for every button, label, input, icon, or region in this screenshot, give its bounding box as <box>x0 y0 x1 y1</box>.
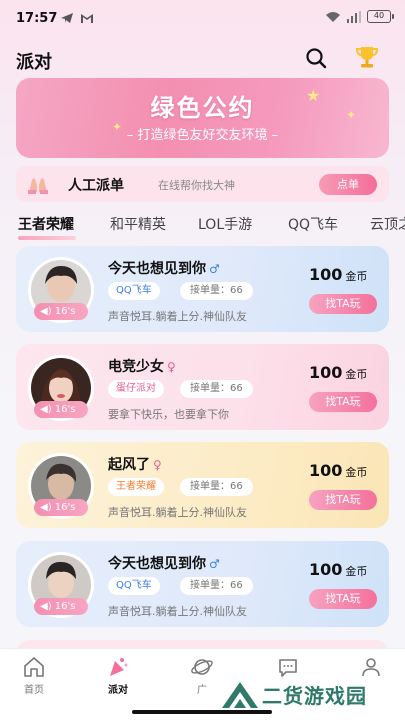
female-icon: ♀ <box>153 458 162 472</box>
status-bar: 17:57 40 <box>0 0 405 38</box>
telegram-icon <box>61 13 73 23</box>
speaker-icon: ◀) <box>40 306 52 317</box>
price-unit: 金币 <box>345 270 368 283</box>
speaker-icon: ◀) <box>40 601 52 612</box>
status-time: 17:57 <box>16 11 58 26</box>
price-unit: 金币 <box>345 368 368 381</box>
player-name: 今天也想见到你 ♂ <box>108 258 220 278</box>
notification-icons <box>60 12 94 24</box>
player-card[interactable]: ◀) 16's 电竞少女 ♀ 蛋仔派对 接单量：66 要拿下快乐，也要拿下你 10… <box>16 344 389 430</box>
planet-icon <box>191 659 213 675</box>
header: 派对 <box>0 40 405 76</box>
home-icon <box>24 657 44 677</box>
player-card[interactable]: ◀) 16's 今天也想见到你 ♂ QQ飞车 接单量：66 声音悦耳.躺着上分.神… <box>16 246 389 332</box>
nav-home[interactable]: 首页 <box>4 655 64 696</box>
player-description: 要拿下快乐，也要拿下你 <box>108 408 229 421</box>
find-play-button[interactable]: 找TA玩 <box>309 294 377 314</box>
nav-party[interactable]: 派对 <box>88 655 148 696</box>
game-tag: QQ飞车 <box>108 577 160 595</box>
game-tag: 蛋仔派对 <box>108 380 164 398</box>
watermark-text: 二货游戏园 <box>262 684 367 708</box>
tab-honor-of-kings[interactable]: 王者荣耀 <box>18 214 74 234</box>
tab-peace-elite[interactable]: 和平精英 <box>110 214 166 234</box>
order-button[interactable]: 点单 <box>319 174 377 195</box>
gmail-icon <box>81 14 93 23</box>
player-name: 起风了 ♀ <box>108 454 162 474</box>
male-icon: ♂ <box>209 557 220 571</box>
player-description: 声音悦耳.躺着上分.神仙队友 <box>108 605 247 618</box>
female-icon: ♀ <box>167 360 176 374</box>
voice-duration: 16's <box>54 502 76 513</box>
game-tag: QQ飞车 <box>108 282 160 300</box>
hands-icon <box>28 178 48 194</box>
trophy-icon[interactable] <box>353 43 381 71</box>
banner-title: 绿色公约 <box>150 94 255 122</box>
dispatch-title: 人工派单 <box>68 178 124 194</box>
player-name-text: 今天也想见到你 <box>108 556 206 572</box>
player-card[interactable]: ◀) 16's 起风了 ♀ 王者荣耀 接单量：66 声音悦耳.躺着上分.神仙队友 … <box>16 442 389 528</box>
wifi-icon <box>326 11 340 22</box>
signal-icon <box>347 10 361 23</box>
orders-tag: 接单量：66 <box>180 478 253 496</box>
voice-badge[interactable]: ◀) 16's <box>34 598 88 615</box>
player-description: 声音悦耳.躺着上分.神仙队友 <box>108 506 247 519</box>
orders-tag: 接单量：66 <box>180 577 253 595</box>
dispatch-subtitle: 在线帮你找大神 <box>158 179 235 192</box>
battery-indicator: 40 <box>367 10 394 23</box>
voice-badge[interactable]: ◀) 16's <box>34 401 88 418</box>
find-play-button[interactable]: 找TA玩 <box>309 589 377 609</box>
manual-dispatch-bar[interactable]: 人工派单 在线帮你找大神 点单 <box>16 166 389 202</box>
player-description: 声音悦耳.躺着上分.神仙队友 <box>108 310 247 323</box>
price-value: 100 <box>309 560 343 579</box>
price: 100 金币 <box>309 363 367 382</box>
player-name-text: 今天也想见到你 <box>108 261 206 277</box>
player-name: 电竞少女 ♀ <box>108 356 176 376</box>
player-name-text: 电竞少女 <box>108 359 164 375</box>
speaker-icon: ◀) <box>40 502 52 513</box>
tab-qq-speed[interactable]: QQ飞车 <box>288 214 338 234</box>
price: 100 金币 <box>309 560 367 579</box>
status-right: 40 <box>325 10 394 23</box>
find-play-button[interactable]: 找TA玩 <box>309 490 377 510</box>
player-name: 今天也想见到你 ♂ <box>108 553 220 573</box>
game-tag: 王者荣耀 <box>108 478 164 496</box>
voice-duration: 16's <box>54 404 76 415</box>
price-value: 100 <box>309 461 343 480</box>
price-unit: 金币 <box>345 565 368 578</box>
tab-lol-mobile[interactable]: LOL手游 <box>198 214 252 234</box>
orders-tag: 接单量：66 <box>180 380 253 398</box>
home-indicator[interactable] <box>132 710 272 714</box>
price-value: 100 <box>309 363 343 382</box>
orders-tag: 接单量：66 <box>180 282 253 300</box>
nav-home-label: 首页 <box>24 685 44 696</box>
player-name-text: 起风了 <box>108 457 150 473</box>
price: 100 金币 <box>309 461 367 480</box>
page-title: 派对 <box>16 52 52 73</box>
male-icon: ♂ <box>209 262 220 276</box>
player-card[interactable]: ◀) 16's 今天也想见到你 ♂ QQ飞车 接单量：66 声音悦耳.躺着上分.神… <box>16 541 389 627</box>
banner-subtitle: – 打造绿色友好交友环境 – <box>126 128 279 143</box>
price-value: 100 <box>309 265 343 284</box>
voice-badge[interactable]: ◀) 16's <box>34 303 88 320</box>
speaker-icon: ◀) <box>40 404 52 415</box>
voice-duration: 16's <box>54 306 76 317</box>
voice-duration: 16's <box>54 601 76 612</box>
price-unit: 金币 <box>345 466 368 479</box>
watermark-logo-icon <box>222 682 258 708</box>
party-icon <box>110 658 128 676</box>
tab-indicator <box>18 236 76 240</box>
nav-party-label: 派对 <box>108 685 128 696</box>
price: 100 金币 <box>309 265 367 284</box>
game-tabs: 王者荣耀 和平精英 LOL手游 QQ飞车 云顶之 <box>0 210 405 240</box>
search-icon[interactable] <box>304 46 328 70</box>
voice-badge[interactable]: ◀) 16's <box>34 499 88 516</box>
find-play-button[interactable]: 找TA玩 <box>309 392 377 412</box>
tab-tft[interactable]: 云顶之 <box>370 214 405 234</box>
green-pact-banner[interactable]: ✦ ★ ✦ 绿色公约 – 打造绿色友好交友环境 – <box>16 78 389 158</box>
